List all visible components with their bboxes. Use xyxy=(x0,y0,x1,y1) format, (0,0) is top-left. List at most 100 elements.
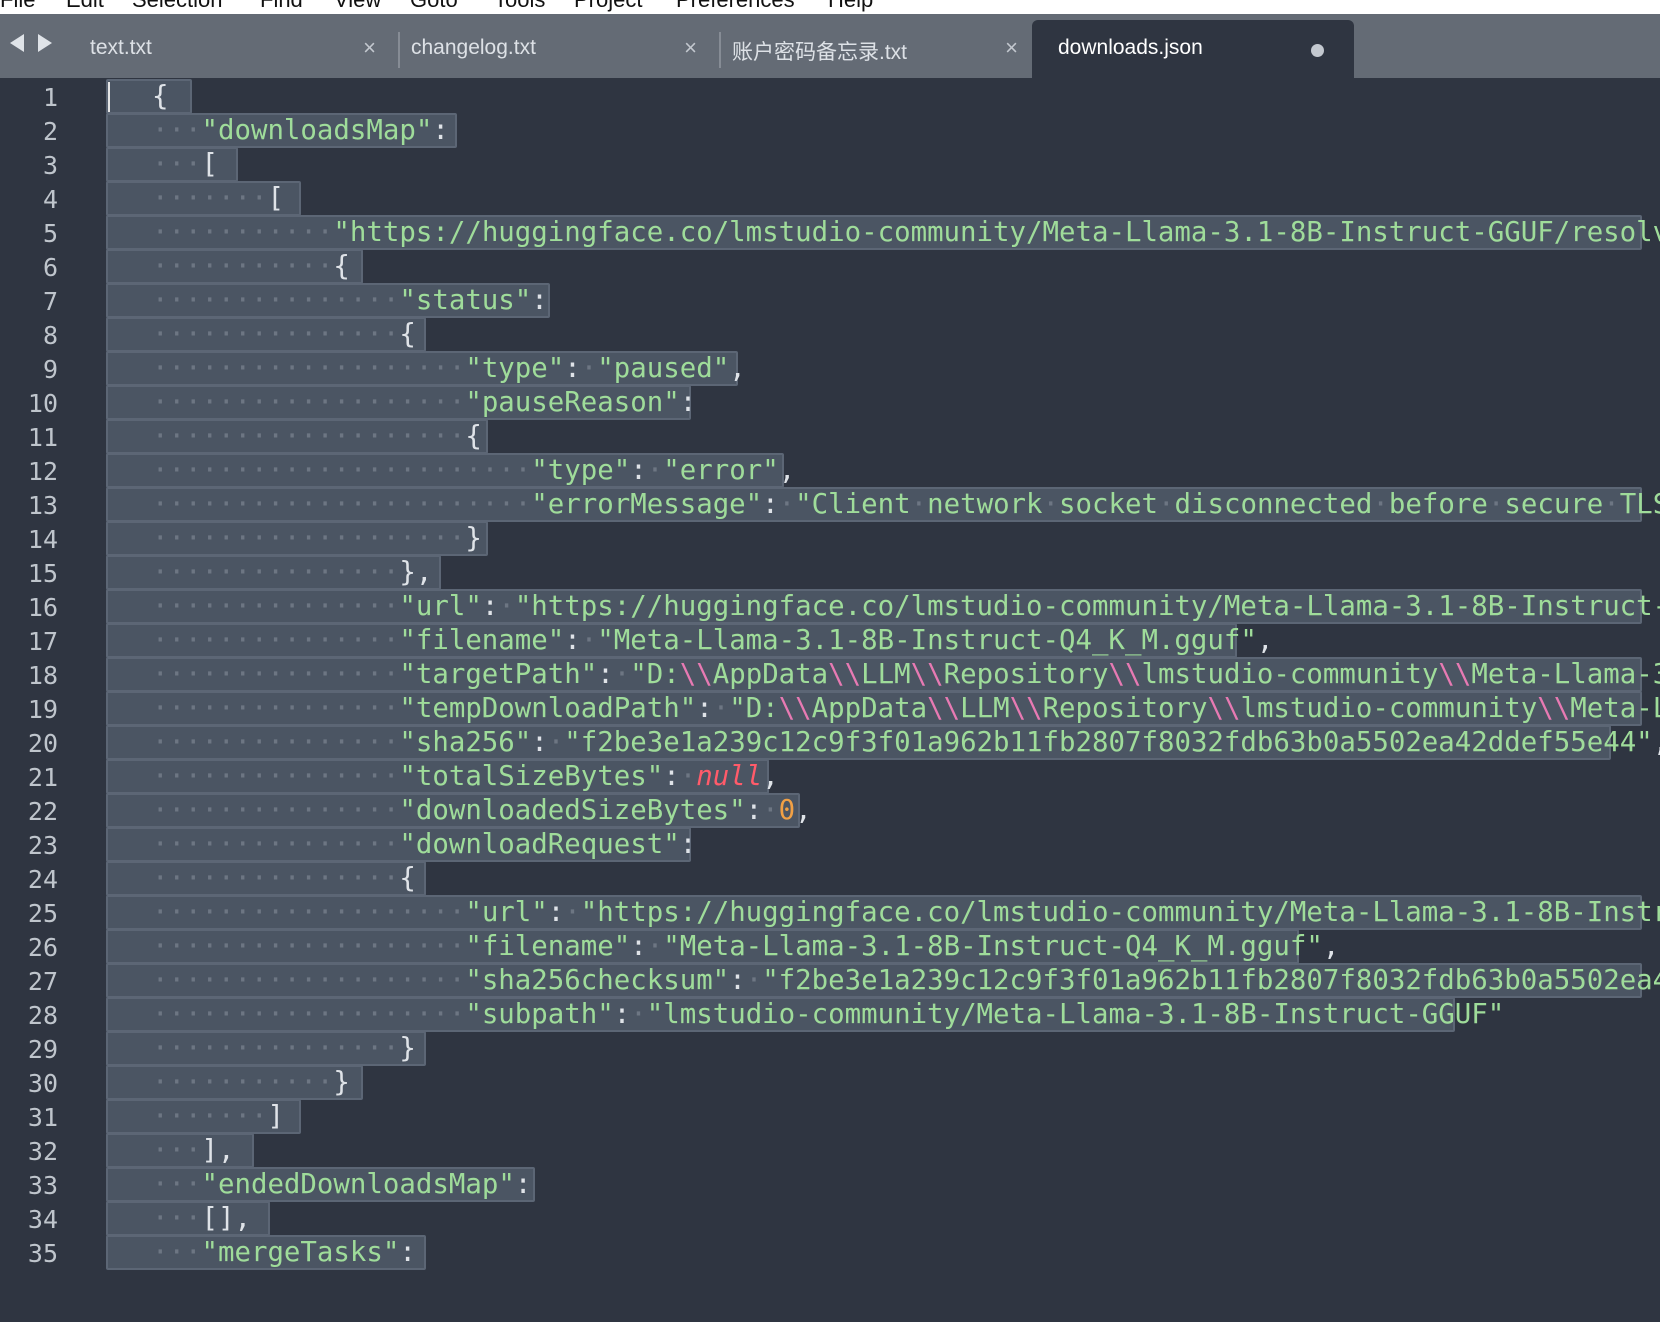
code-line[interactable]: ···"endedDownloadsMap": xyxy=(152,1167,531,1203)
code-line[interactable]: ···············}, xyxy=(152,555,432,591)
code-line[interactable]: ···············"filename":·"Meta-Llama-3… xyxy=(152,623,1273,659)
menu-item-find[interactable]: Find xyxy=(260,0,303,13)
code-line[interactable]: ···············{ xyxy=(152,861,416,897)
menu-item-goto[interactable]: Goto xyxy=(410,0,458,13)
code-token: { xyxy=(399,319,416,350)
line-number: 29 xyxy=(27,1035,58,1064)
code-line[interactable]: ···················"sha256checksum":·"f2… xyxy=(152,963,1660,999)
close-icon[interactable]: × xyxy=(684,35,697,61)
whitespace-marker: · xyxy=(580,625,598,656)
code-line[interactable]: ···], xyxy=(152,1133,234,1169)
line-number: 5 xyxy=(42,219,58,248)
code-line[interactable]: ···················"url":·"https://huggi… xyxy=(152,895,1660,931)
code-line[interactable]: ···········"https://huggingface.co/lmstu… xyxy=(152,215,1660,251)
code-token: "status" xyxy=(399,285,532,316)
code-line[interactable]: ···············"status": xyxy=(152,283,548,319)
close-icon[interactable]: × xyxy=(1005,35,1018,61)
code-token: : xyxy=(531,285,548,316)
code-token: "https://huggingface.co/lmstudio-communi… xyxy=(580,897,1660,928)
code-line[interactable]: ···············"sha256":·"f2be3e1a239c12… xyxy=(152,725,1660,761)
code-token: "pauseReason" xyxy=(465,387,680,418)
whitespace-marker: ··············· xyxy=(152,863,400,894)
line-number: 30 xyxy=(27,1069,58,1098)
code-token: [], xyxy=(201,1203,251,1234)
close-icon[interactable]: × xyxy=(363,35,376,61)
code-line[interactable]: ···················"pauseReason": xyxy=(152,385,696,421)
line-number: 13 xyxy=(27,491,58,520)
code-token: \\ xyxy=(927,693,961,724)
tab-account-memo-txt[interactable]: 账户密码备忘录.txt × xyxy=(706,20,1042,78)
code-token: , xyxy=(1653,727,1660,758)
arrow-right-icon[interactable] xyxy=(38,34,52,52)
menu-item-tools[interactable]: Tools xyxy=(494,0,545,13)
tab-downloads-json[interactable]: downloads.json xyxy=(1032,20,1354,78)
code-token: "downloadRequest" xyxy=(399,829,680,860)
code-line[interactable]: { xyxy=(152,79,169,115)
menu-item-preferences[interactable]: Preferences xyxy=(676,0,795,13)
menu-item-view[interactable]: View xyxy=(334,0,381,13)
arrow-left-icon[interactable] xyxy=(10,34,24,52)
code-line[interactable]: ···················"subpath":·"lmstudio-… xyxy=(152,997,1504,1033)
code-line[interactable]: ·······················"type":·"error", xyxy=(152,453,795,489)
code-line[interactable]: ···········{ xyxy=(152,249,350,285)
code-token: { xyxy=(152,81,169,112)
code-line[interactable]: ···"downloadsMap": xyxy=(152,113,449,149)
code-token: AppData xyxy=(712,659,829,690)
code-line[interactable]: ···············"downloadRequest": xyxy=(152,827,696,863)
whitespace-marker: ··················· xyxy=(152,965,466,996)
code-line[interactable]: ···"mergeTasks": xyxy=(152,1235,416,1271)
code-line[interactable]: ···[ xyxy=(152,147,218,183)
code-token: }, xyxy=(399,557,433,588)
menu-item-file[interactable]: File xyxy=(0,0,35,13)
whitespace-marker: ··············· xyxy=(152,319,400,350)
whitespace-marker: ··············· xyxy=(152,557,400,588)
whitespace-marker: ··········· xyxy=(152,217,334,248)
selection-highlight xyxy=(106,79,192,114)
code-token: "subpath" xyxy=(465,999,614,1030)
code-line[interactable]: ···············"url":·"https://huggingfa… xyxy=(152,589,1660,625)
line-number: 3 xyxy=(42,151,58,180)
line-number: 25 xyxy=(27,899,58,928)
code-line[interactable]: ···············"targetPath":·"D:\\AppDat… xyxy=(152,657,1660,693)
whitespace-marker: · xyxy=(1372,489,1389,520)
line-number: 15 xyxy=(27,559,58,588)
code-token: "tempDownloadPath" xyxy=(399,693,697,724)
whitespace-marker: ··················· xyxy=(152,999,466,1030)
whitespace-marker: ··················· xyxy=(152,931,466,962)
code-token: secure xyxy=(1504,489,1604,520)
menu-item-project[interactable]: Project xyxy=(574,0,642,13)
whitespace-marker: ··········· xyxy=(152,251,334,282)
code-line[interactable]: ·······[ xyxy=(152,181,284,217)
whitespace-marker: · xyxy=(910,489,928,520)
code-line[interactable]: ···············"downloadedSizeBytes":·0, xyxy=(152,793,812,829)
code-line[interactable]: ···················"type":·"paused", xyxy=(152,351,746,387)
code-line[interactable]: ···················} xyxy=(152,521,482,557)
code-token: "sha256" xyxy=(399,727,532,758)
unsaved-dot-icon[interactable] xyxy=(1311,44,1324,57)
code-token: : xyxy=(613,999,631,1030)
code-line[interactable]: ···············"tempDownloadPath":·"D:\\… xyxy=(152,691,1660,727)
line-number: 17 xyxy=(27,627,58,656)
code-token: , xyxy=(778,455,796,486)
code-line[interactable]: ···········} xyxy=(152,1065,350,1101)
menu-item-help[interactable]: Help xyxy=(828,0,873,13)
tab-text-txt[interactable]: text.txt × xyxy=(64,20,400,78)
code-line[interactable]: ···················{ xyxy=(152,419,482,455)
code-token: } xyxy=(333,1067,350,1098)
code-line[interactable]: ···[], xyxy=(152,1201,251,1237)
code-token: : xyxy=(564,353,581,384)
menu-item-selection[interactable]: Selection xyxy=(132,0,223,13)
code-line[interactable]: ···············"totalSizeBytes":·null, xyxy=(152,759,779,795)
tab-label: 账户密码备忘录.txt xyxy=(732,41,908,64)
code-line[interactable]: ···················"filename":·"Meta-Lla… xyxy=(152,929,1339,965)
code-line[interactable]: ·······] xyxy=(152,1099,284,1135)
code-line[interactable]: ···············} xyxy=(152,1031,416,1067)
code-token: : xyxy=(729,965,746,996)
code-token: "downloadsMap" xyxy=(201,115,433,146)
menu-item-edit[interactable]: Edit xyxy=(66,0,104,13)
code-token: "mergeTasks" xyxy=(201,1237,400,1268)
code-line[interactable]: ···············{ xyxy=(152,317,416,353)
tab-changelog-txt[interactable]: changelog.txt × xyxy=(385,20,721,78)
code-line[interactable]: ·······················"errorMessage":·"… xyxy=(152,487,1660,523)
code-editor[interactable]: {···"downloadsMap": ···[·······[·········… xyxy=(106,78,1660,1322)
